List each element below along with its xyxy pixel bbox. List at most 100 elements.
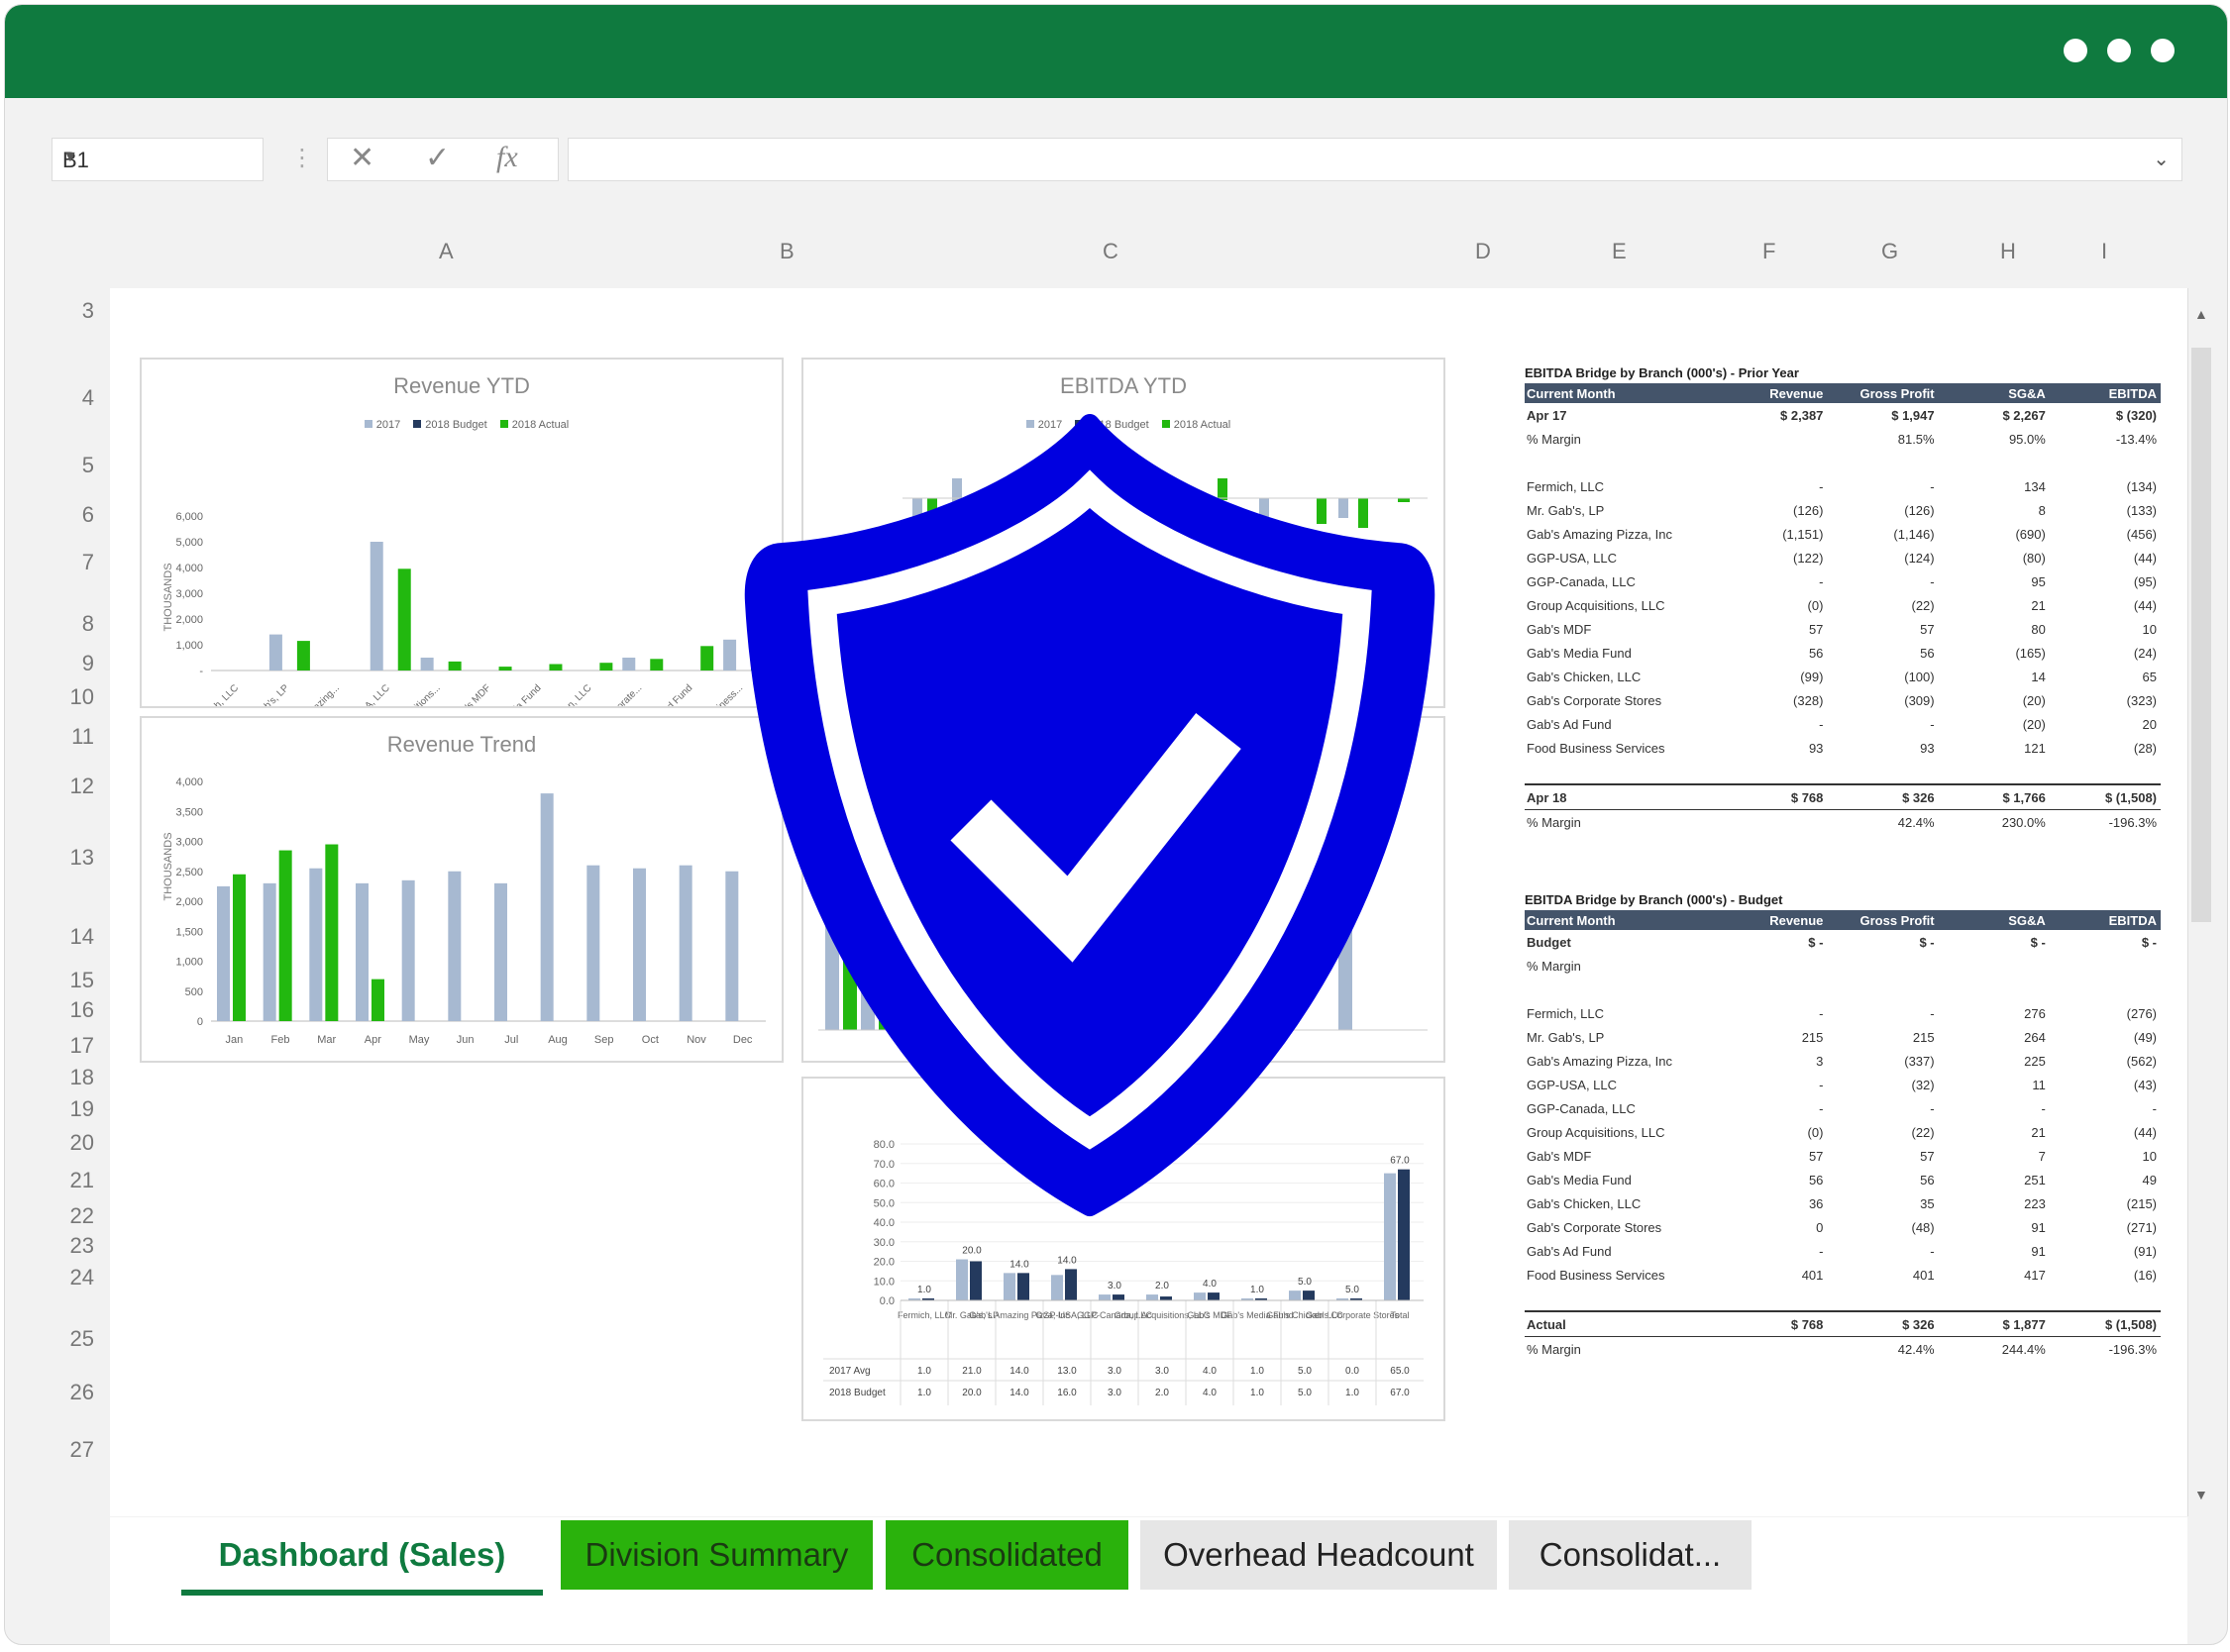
table-cell[interactable]: 264 bbox=[1939, 1030, 2050, 1045]
column-header[interactable]: H bbox=[2000, 239, 2016, 264]
table-cell[interactable]: 121 bbox=[1939, 741, 2050, 756]
table-cell[interactable]: 57 bbox=[1716, 622, 1827, 637]
row-header[interactable]: 13 bbox=[64, 845, 94, 871]
table-cell[interactable]: 57 bbox=[1827, 622, 1938, 637]
table-cell[interactable]: (20) bbox=[1939, 717, 2050, 732]
row-header[interactable]: 14 bbox=[64, 924, 94, 950]
chevron-down-icon[interactable]: ⌄ bbox=[2153, 147, 2170, 171]
table-cell[interactable]: $ - bbox=[1939, 935, 2050, 950]
table-cell[interactable]: 3 bbox=[1716, 1054, 1827, 1069]
row-header[interactable]: 15 bbox=[64, 968, 94, 993]
row-header[interactable]: 6 bbox=[64, 502, 94, 528]
table-cell[interactable]: -13.4% bbox=[2050, 432, 2161, 447]
table-cell[interactable]: - bbox=[1827, 717, 1938, 732]
row-header[interactable]: 18 bbox=[64, 1065, 94, 1090]
table-cell[interactable]: (24) bbox=[2050, 646, 2161, 661]
table-cell[interactable]: 251 bbox=[1939, 1173, 2050, 1187]
row-header[interactable]: 10 bbox=[64, 684, 94, 710]
table-cell[interactable]: 21 bbox=[1939, 1125, 2050, 1140]
table-cell[interactable]: 134 bbox=[1939, 479, 2050, 494]
column-header[interactable]: C bbox=[1103, 239, 1118, 264]
table-cell[interactable]: 56 bbox=[1827, 1173, 1938, 1187]
table-cell[interactable]: -196.3% bbox=[2050, 1342, 2161, 1357]
row-header[interactable]: 19 bbox=[64, 1096, 94, 1122]
table-cell[interactable]: -196.3% bbox=[2050, 815, 2161, 830]
column-header[interactable]: B bbox=[780, 239, 795, 264]
table-cell[interactable]: 56 bbox=[1716, 646, 1827, 661]
table-cell[interactable]: 401 bbox=[1827, 1268, 1938, 1283]
table-cell[interactable]: $ - bbox=[1827, 935, 1938, 950]
table-header-cell[interactable]: SG&A bbox=[1939, 386, 2050, 401]
table-cell[interactable]: 276 bbox=[1939, 1006, 2050, 1021]
table-cell[interactable]: $ 326 bbox=[1827, 790, 1938, 805]
table-cell[interactable]: 7 bbox=[1939, 1149, 2050, 1164]
table-cell[interactable]: 10 bbox=[2050, 622, 2161, 637]
table-cell[interactable]: (95) bbox=[2050, 574, 2161, 589]
table-header-cell[interactable]: Gross Profit bbox=[1827, 386, 1938, 401]
table-header-cell[interactable]: Revenue bbox=[1716, 913, 1827, 928]
row-header[interactable]: 3 bbox=[64, 298, 94, 324]
column-header[interactable]: F bbox=[1762, 239, 1775, 264]
menu-dot-icon[interactable] bbox=[2064, 39, 2087, 62]
table-cell[interactable]: $ (1,508) bbox=[2050, 1317, 2161, 1332]
table-cell[interactable]: 91 bbox=[1939, 1220, 2050, 1235]
table-header-cell[interactable]: Current Month bbox=[1525, 913, 1716, 928]
column-header[interactable]: I bbox=[2101, 239, 2107, 264]
table-cell[interactable]: - bbox=[1716, 1078, 1827, 1092]
table-cell[interactable]: $ (320) bbox=[2050, 408, 2161, 423]
column-header[interactable]: E bbox=[1612, 239, 1627, 264]
table-cell[interactable]: 81.5% bbox=[1827, 432, 1938, 447]
table-cell[interactable]: 8 bbox=[1939, 503, 2050, 518]
tab-consolidated-2[interactable]: Consolidat... bbox=[1509, 1520, 1752, 1590]
table-cell[interactable]: (165) bbox=[1939, 646, 2050, 661]
table-cell[interactable]: 215 bbox=[1827, 1030, 1938, 1045]
table-cell[interactable]: 80 bbox=[1939, 622, 2050, 637]
enter-icon[interactable]: ✓ bbox=[425, 141, 450, 175]
table-cell[interactable]: (49) bbox=[2050, 1030, 2161, 1045]
table-cell[interactable]: (48) bbox=[1827, 1220, 1938, 1235]
table-cell[interactable]: (22) bbox=[1827, 598, 1938, 613]
vertical-scrollbar[interactable]: ▲ ▼ bbox=[2187, 288, 2214, 1516]
table-cell[interactable]: $ - bbox=[1716, 935, 1827, 950]
table-cell[interactable]: $ (1,508) bbox=[2050, 790, 2161, 805]
menu-dot-icon[interactable] bbox=[2107, 39, 2131, 62]
table-cell[interactable]: (337) bbox=[1827, 1054, 1938, 1069]
table-cell[interactable]: (126) bbox=[1827, 503, 1938, 518]
tab-dashboard-sales[interactable]: Dashboard (Sales) bbox=[181, 1520, 543, 1596]
table-cell[interactable]: (134) bbox=[2050, 479, 2161, 494]
scrollbar-thumb[interactable] bbox=[2191, 348, 2211, 922]
table-cell[interactable]: (562) bbox=[2050, 1054, 2161, 1069]
table-cell[interactable]: (44) bbox=[2050, 551, 2161, 566]
chevron-down-icon[interactable]: ▼ bbox=[62, 149, 255, 166]
table-cell[interactable]: (91) bbox=[2050, 1244, 2161, 1259]
table-cell[interactable]: 36 bbox=[1716, 1196, 1827, 1211]
table-cell[interactable]: 93 bbox=[1716, 741, 1827, 756]
table-header-cell[interactable]: EBITDA bbox=[2050, 386, 2161, 401]
table-cell[interactable]: 11 bbox=[1939, 1078, 2050, 1092]
table-cell[interactable]: (16) bbox=[2050, 1268, 2161, 1283]
table-cell[interactable]: 93 bbox=[1827, 741, 1938, 756]
table-header-cell[interactable]: Gross Profit bbox=[1827, 913, 1938, 928]
table-cell[interactable]: - bbox=[1827, 1101, 1938, 1116]
table-cell[interactable]: - bbox=[1827, 1006, 1938, 1021]
row-header[interactable]: 27 bbox=[64, 1437, 94, 1463]
table-cell[interactable]: 417 bbox=[1939, 1268, 2050, 1283]
table-cell[interactable]: $ 1,947 bbox=[1827, 408, 1938, 423]
table-cell[interactable]: 95.0% bbox=[1939, 432, 2050, 447]
table-cell[interactable]: 401 bbox=[1716, 1268, 1827, 1283]
table-cell[interactable]: (328) bbox=[1716, 693, 1827, 708]
table-cell[interactable]: 56 bbox=[1716, 1173, 1827, 1187]
table-cell[interactable]: - bbox=[1716, 717, 1827, 732]
table-cell[interactable]: 57 bbox=[1716, 1149, 1827, 1164]
row-header[interactable]: 12 bbox=[64, 774, 94, 799]
table-cell[interactable]: 42.4% bbox=[1827, 1342, 1938, 1357]
chart-revenue-trend[interactable]: Revenue Trend THOUSANDS 4,000 3,500 3,000 2,… bbox=[140, 716, 784, 1063]
table-cell[interactable]: $ 1,766 bbox=[1939, 790, 2050, 805]
table-cell[interactable]: 230.0% bbox=[1939, 815, 2050, 830]
table-cell[interactable]: 57 bbox=[1827, 1149, 1938, 1164]
row-header[interactable]: 26 bbox=[64, 1380, 94, 1405]
table-cell[interactable]: (80) bbox=[1939, 551, 2050, 566]
table-cell[interactable]: (0) bbox=[1716, 1125, 1827, 1140]
table-cell[interactable]: $ 1,877 bbox=[1939, 1317, 2050, 1332]
table-cell[interactable]: 56 bbox=[1827, 646, 1938, 661]
